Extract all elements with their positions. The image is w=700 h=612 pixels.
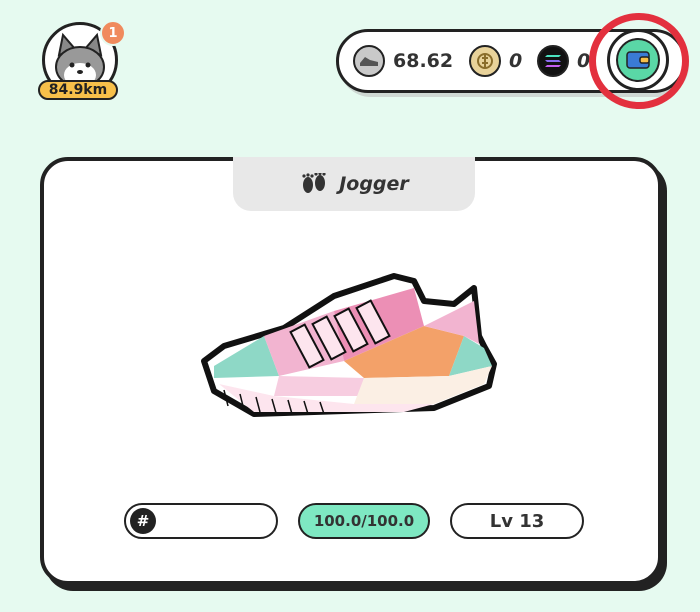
wallet-icon-circle (616, 38, 660, 82)
gmt-coin-icon (469, 45, 501, 77)
gmt-value: 0 (509, 50, 523, 72)
notification-badge: 1 (100, 20, 126, 46)
sneaker-card[interactable]: Jogger # 100.0/100.0 Lv 13 (40, 157, 662, 585)
level-badge: Lv 13 (450, 503, 584, 539)
wallet-icon (626, 51, 650, 69)
wallet-button[interactable] (607, 29, 669, 91)
sol-balance[interactable]: 0 (537, 45, 590, 77)
gmt-balance[interactable]: 0 (469, 45, 522, 77)
solana-icon (537, 45, 569, 77)
sneaker-type-tab: Jogger (233, 157, 475, 211)
sneaker-id-field[interactable]: # (124, 503, 278, 539)
sneaker-coin-icon (353, 45, 385, 77)
profile-avatar[interactable]: 1 84.9km (38, 20, 126, 104)
sneaker-image (201, 273, 497, 417)
durability-badge: 100.0/100.0 (298, 503, 430, 539)
sneaker-type-label: Jogger (339, 173, 409, 195)
footprints-icon (302, 173, 326, 193)
gst-balance[interactable]: 68.62 (353, 45, 453, 77)
hash-icon: # (130, 508, 156, 534)
gst-value: 68.62 (393, 50, 454, 72)
distance-badge: 84.9km (38, 80, 118, 100)
